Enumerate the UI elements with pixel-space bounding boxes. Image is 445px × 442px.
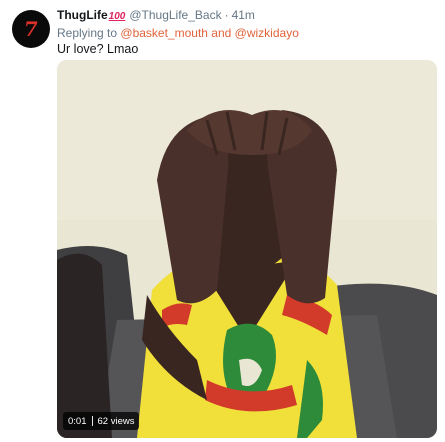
timestamp[interactable]: 41m xyxy=(232,8,255,22)
video-info-badge: 0:01 62 views xyxy=(63,412,140,430)
user-handle[interactable]: @ThugLife_Back xyxy=(129,8,221,22)
avatar[interactable]: 7 xyxy=(12,10,50,48)
view-count: 62 views xyxy=(97,415,135,427)
video-time: 0:01 xyxy=(68,415,87,427)
tweet-card[interactable]: 7 ThugLife 100 @ThugLife_Back · 41m Repl… xyxy=(0,0,445,442)
tweet-header: ThugLife 100 @ThugLife_Back · 41m xyxy=(57,8,255,26)
hundred-points-emoji-icon: 100 xyxy=(108,11,126,22)
avatar-logo: 7 xyxy=(22,17,40,41)
video-player[interactable]: 0:01 62 views xyxy=(57,60,437,438)
divider xyxy=(91,416,93,426)
mention-link[interactable]: @basket_mouth xyxy=(120,26,208,40)
display-name[interactable]: ThugLife xyxy=(57,8,108,22)
reply-joiner: and xyxy=(211,26,232,40)
mention-link[interactable]: @wizkidayo xyxy=(235,26,299,40)
reply-context: Replying to @basket_mouth and @wizkidayo xyxy=(57,26,299,40)
video-frame xyxy=(57,60,437,438)
separator-dot: · xyxy=(224,8,229,22)
replying-to-label: Replying to xyxy=(57,26,118,40)
tweet-text: Ur love? Lmao xyxy=(57,42,139,56)
